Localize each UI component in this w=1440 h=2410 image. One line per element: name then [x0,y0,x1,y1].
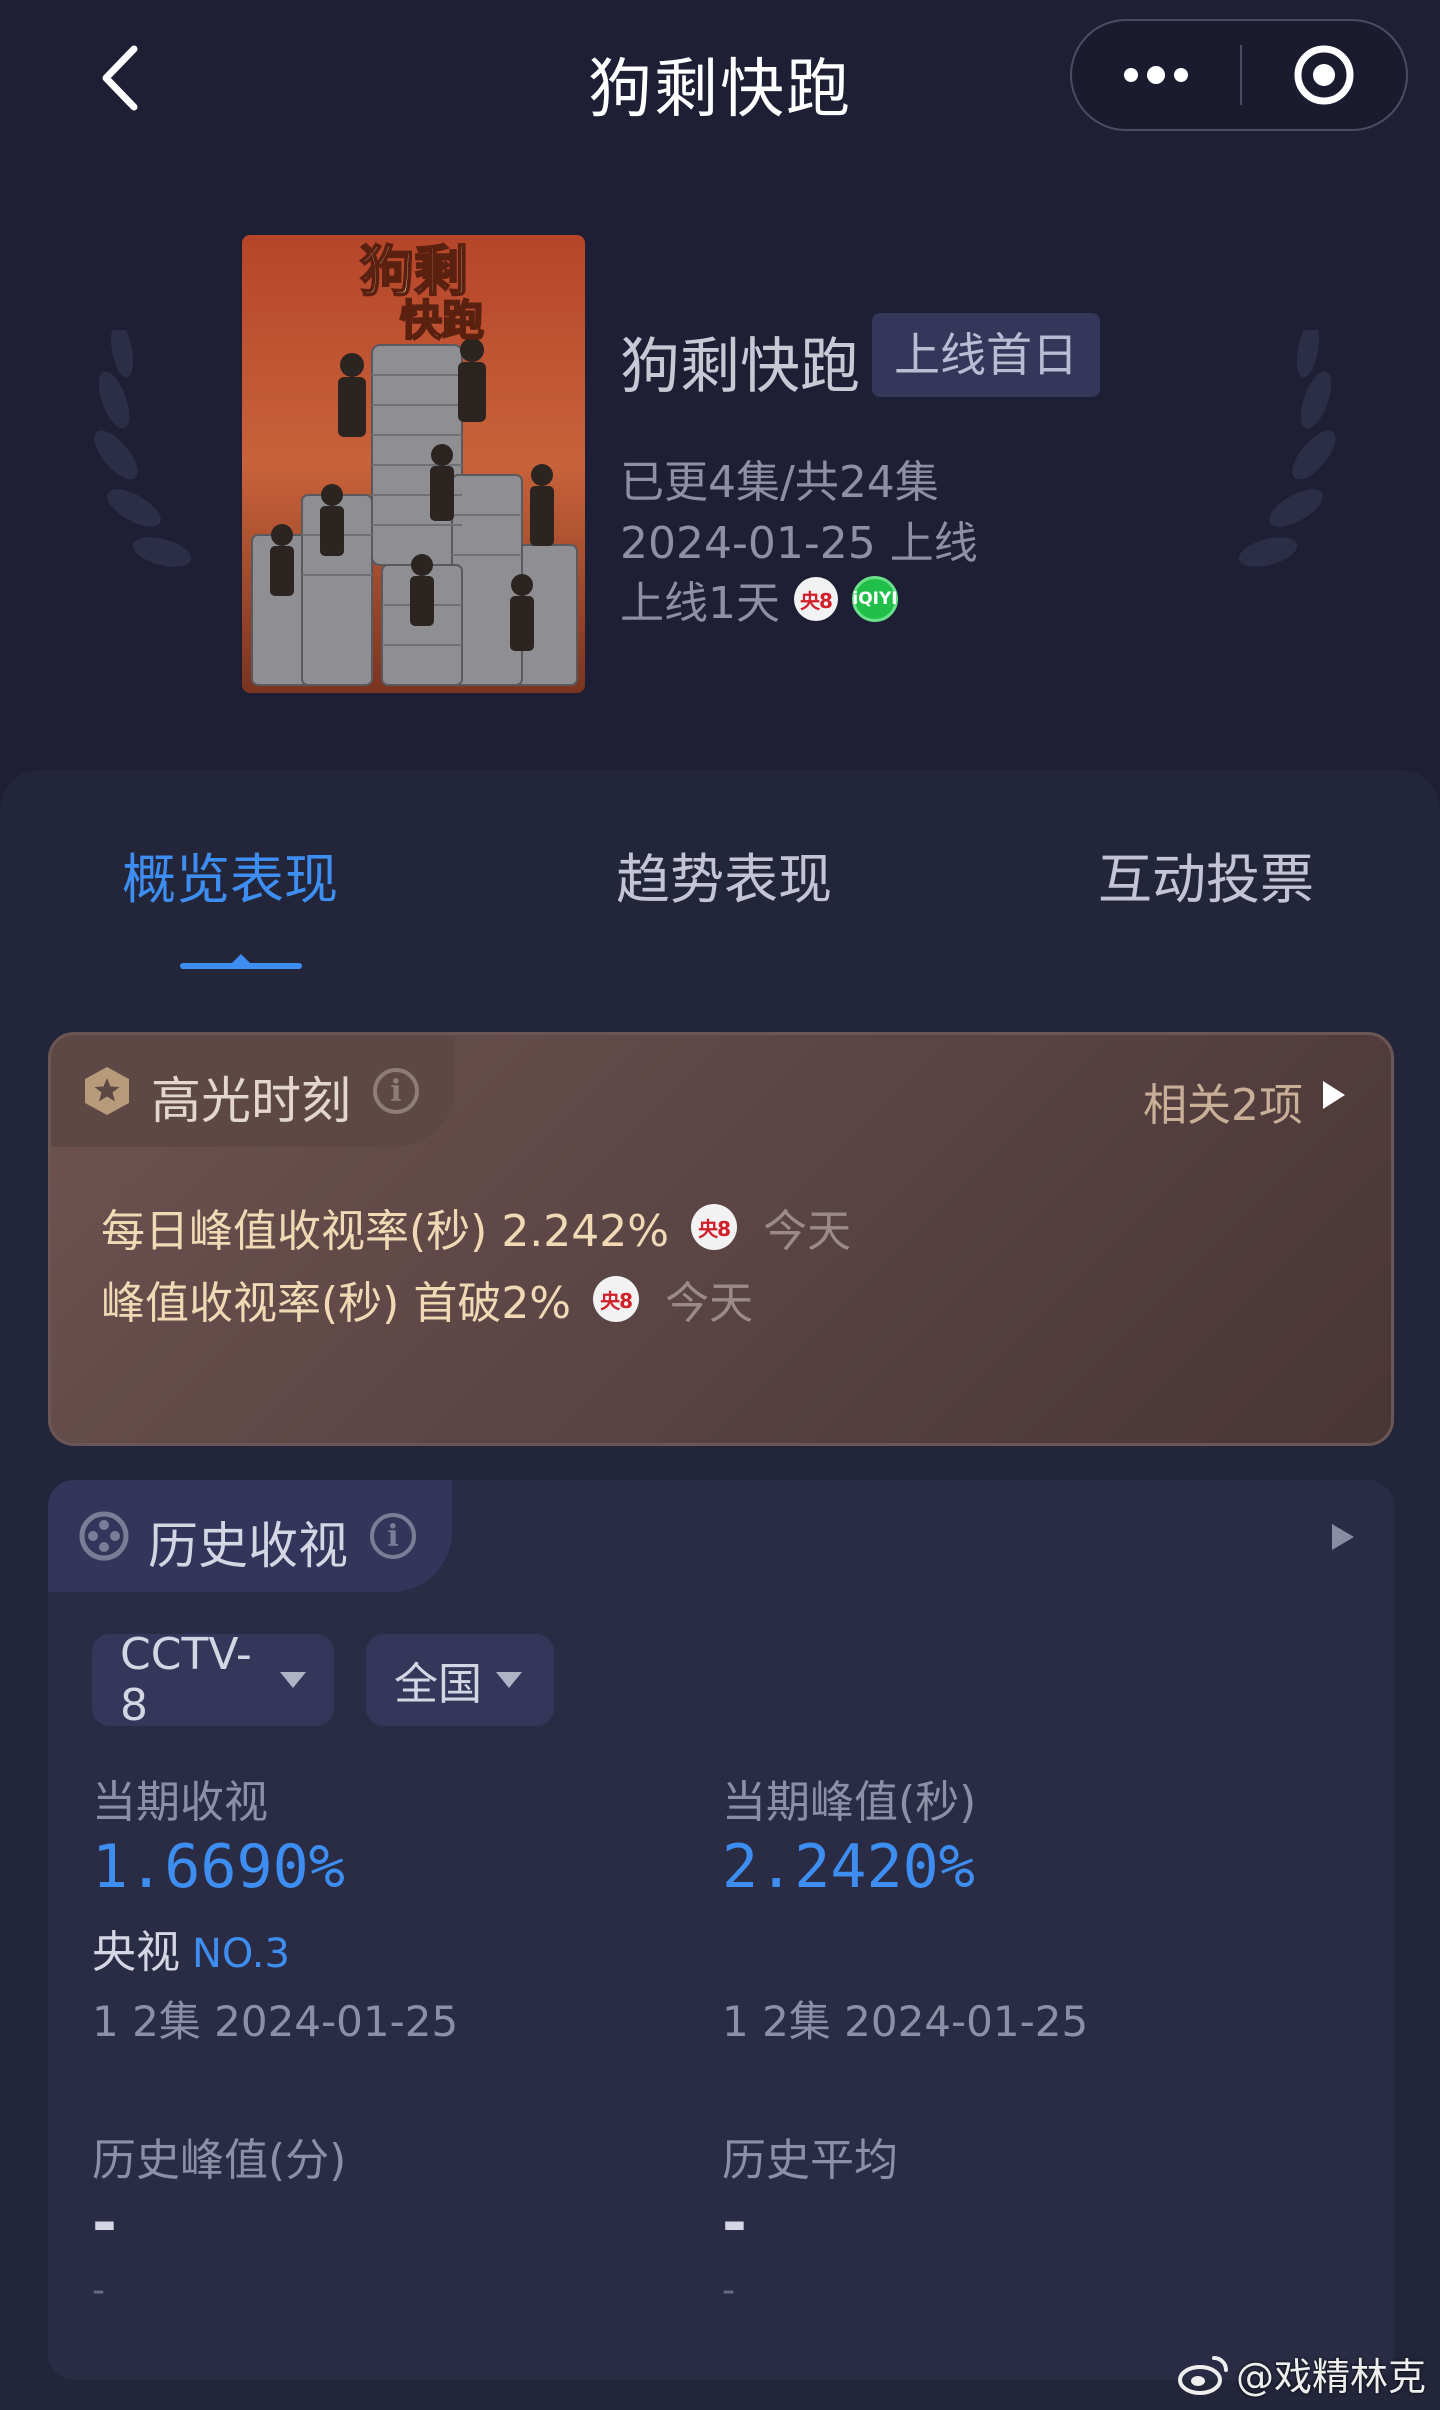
caret-down-icon [496,1672,522,1688]
highlight-item-text: 峰值收视率(秒) 首破2% [101,1278,572,1329]
highlight-title: 高光时刻 [151,1072,351,1130]
highlight-item-text: 每日峰值收视率(秒) 2.242% [101,1206,670,1257]
current-rating-episode: 1 2集 2024-01-25 [92,1997,459,2046]
play-arrow-icon[interactable] [1323,1081,1345,1109]
active-tab-indicator [180,954,302,969]
highlight-item-time: 今天 [763,1206,852,1257]
info-icon[interactable]: i [373,1068,419,1114]
status-badge: 上线首日 [872,313,1100,397]
mini-program-capsule [1070,19,1408,131]
release-date: 2024-01-25 上线 [620,518,978,569]
poster-image: 狗剩 快跑 [242,235,585,693]
poster-title-line2: 快跑 [400,296,484,345]
show-poster[interactable]: 狗剩 快跑 [242,235,585,693]
laurel-left-icon [94,330,192,567]
channel-select-value: CCTV-8 [120,1629,252,1731]
rank-value: NO.3 [192,1931,290,1977]
tab-bar: 概览表现 趋势表现 互动投票 [0,835,1440,915]
laurel-right-icon [1238,330,1336,567]
peak-rating-value: 2.2420% [722,1832,975,1902]
peak-rating-label: 当期峰值(秒) [722,1777,977,1828]
close-mini-program-button[interactable] [1242,21,1406,129]
more-button[interactable] [1072,21,1240,129]
info-icon[interactable]: i [370,1513,416,1559]
highlight-item: 每日峰值收视率(秒) 2.242% 央8 今天 [101,1195,851,1259]
episode-count: 已更4集/共24集 [620,457,939,508]
rank-prefix: 央视 [92,1927,180,1978]
history-title: 历史收视 [148,1517,348,1575]
more-dots-icon [1124,66,1188,84]
historical-average-value: - [722,2188,747,2258]
weibo-watermark: @戏精林克 [1177,2346,1426,2401]
show-title: 狗剩快跑 [620,332,860,402]
region-select-value: 全国 [394,1659,482,1710]
watermark-text: @戏精林克 [1235,2355,1426,2399]
star-badge-icon [85,1067,129,1115]
region-select[interactable]: 全国 [366,1634,554,1726]
cctv8-channel-icon: 央8 [794,577,838,621]
iqiyi-platform-icon: iQIYI [852,576,898,622]
historical-average-label: 历史平均 [722,2135,898,2186]
online-days-row: 上线1天 央8 iQIYI [620,567,898,631]
film-reel-icon [79,1511,129,1561]
channel-select[interactable]: CCTV-8 [92,1629,334,1731]
weibo-logo-icon [1177,2355,1228,2395]
tab-vote[interactable]: 互动投票 [1098,835,1314,914]
cctv8-channel-icon: 央8 [593,1276,640,1322]
history-ratings-card: 历史收视 i CCTV-8 全国 当期收视 1.6690% 央视 NO.3 1 2… [48,1480,1394,2380]
rank-row: 央视 NO.3 [92,1916,290,1980]
highlight-card[interactable]: 高光时刻 i 相关2项 每日峰值收视率(秒) 2.242% 央8 今天 峰值收视… [48,1032,1394,1446]
caret-down-icon [280,1672,306,1688]
tab-trend[interactable]: 趋势表现 [616,835,832,914]
historical-average-sub: - [722,2270,735,2311]
current-rating-label: 当期收视 [92,1777,268,1828]
highlight-item: 峰值收视率(秒) 首破2% 央8 今天 [101,1267,753,1331]
highlight-item-time: 今天 [665,1278,754,1329]
poster-title-line1: 狗剩 [360,239,468,303]
online-days: 上线1天 [620,578,780,629]
current-rating-value: 1.6690% [92,1832,345,1902]
related-link[interactable]: 相关2项 [1143,1069,1303,1133]
play-arrow-icon[interactable] [1332,1524,1354,1550]
target-icon [1294,45,1354,105]
historical-peak-value: - [92,2188,117,2258]
cctv8-channel-icon: 央8 [691,1204,738,1250]
tab-overview[interactable]: 概览表现 [122,835,338,914]
historical-peak-sub: - [92,2270,105,2311]
historical-peak-label: 历史峰值(分) [92,2135,347,2186]
peak-rating-episode: 1 2集 2024-01-25 [722,1997,1089,2046]
